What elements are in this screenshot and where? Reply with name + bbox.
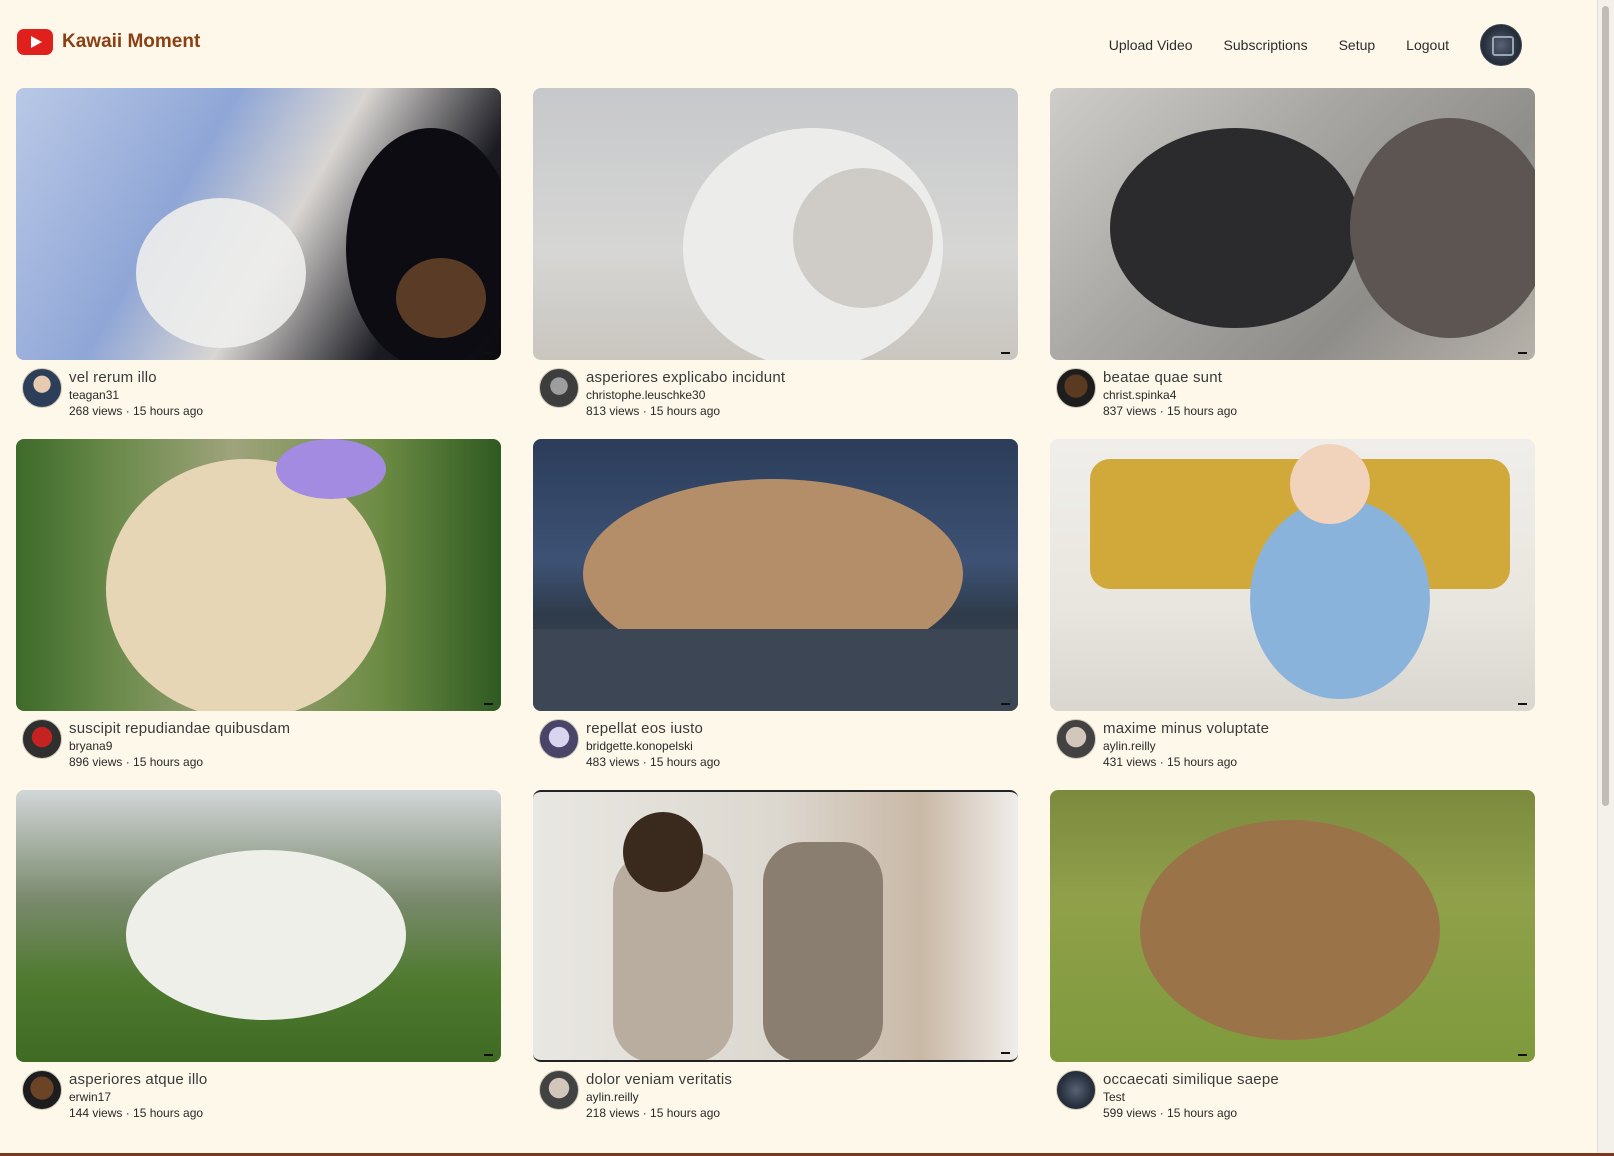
channel-avatar[interactable] xyxy=(1056,719,1096,759)
channel-name[interactable]: bryana9 xyxy=(69,739,290,754)
video-card[interactable]: repellat eos iusto bridgette.konopelski … xyxy=(533,439,1018,773)
video-card[interactable]: asperiores atque illo erwin17 144 views … xyxy=(16,790,501,1124)
channel-name[interactable]: aylin.reilly xyxy=(586,1090,732,1105)
setup-link[interactable]: Setup xyxy=(1339,37,1376,53)
channel-name[interactable]: christophe.leuschke30 xyxy=(586,388,785,403)
video-card[interactable]: suscipit repudiandae quibusdam bryana9 8… xyxy=(16,439,501,773)
video-title[interactable]: vel rerum illo xyxy=(69,368,203,387)
top-header: Kawaii Moment Upload Video Subscriptions… xyxy=(0,0,1598,88)
video-thumbnail[interactable] xyxy=(533,88,1018,360)
video-stats: 144 views · 15 hours ago xyxy=(69,1106,204,1120)
video-card[interactable]: beatae quae sunt christ.spinka4 837 view… xyxy=(1050,88,1535,422)
video-card[interactable]: maxime minus voluptate aylin.reilly 431 … xyxy=(1050,439,1535,773)
app-window: Kawaii Moment Upload Video Subscriptions… xyxy=(0,0,1614,1156)
video-title[interactable]: suscipit repudiandae quibusdam xyxy=(69,719,290,738)
account-avatar[interactable] xyxy=(1480,24,1522,66)
video-title[interactable]: occaecati similique saepe xyxy=(1103,1070,1279,1089)
logout-link[interactable]: Logout xyxy=(1406,37,1449,53)
video-thumbnail[interactable] xyxy=(1050,88,1535,360)
subscriptions-link[interactable]: Subscriptions xyxy=(1224,37,1308,53)
video-thumbnail[interactable] xyxy=(533,790,1018,1062)
channel-avatar[interactable] xyxy=(1056,1070,1096,1110)
channel-name[interactable]: christ.spinka4 xyxy=(1103,388,1237,403)
channel-avatar[interactable] xyxy=(22,368,62,408)
channel-name[interactable]: aylin.reilly xyxy=(1103,739,1269,754)
video-grid: vel rerum illo teagan31 268 views · 15 h… xyxy=(16,88,1536,1124)
channel-avatar[interactable] xyxy=(1056,368,1096,408)
channel-name[interactable]: teagan31 xyxy=(69,388,203,403)
channel-name[interactable]: erwin17 xyxy=(69,1090,207,1105)
video-stats: 813 views · 15 hours ago xyxy=(586,404,721,418)
brand[interactable]: Kawaii Moment xyxy=(17,29,200,55)
video-thumbnail[interactable] xyxy=(16,88,501,360)
video-card[interactable]: asperiores explicabo incidunt christophe… xyxy=(533,88,1018,422)
video-title[interactable]: dolor veniam veritatis xyxy=(586,1070,732,1089)
video-card[interactable]: occaecati similique saepe Test 599 views… xyxy=(1050,790,1535,1124)
channel-avatar[interactable] xyxy=(539,368,579,408)
top-nav: Upload Video Subscriptions Setup Logout xyxy=(1109,24,1522,66)
video-title[interactable]: asperiores explicabo incidunt xyxy=(586,368,785,387)
video-thumbnail[interactable] xyxy=(16,439,501,711)
channel-avatar[interactable] xyxy=(22,719,62,759)
video-thumbnail[interactable] xyxy=(16,790,501,1062)
channel-name[interactable]: Test xyxy=(1103,1090,1279,1105)
scrollbar-thumb[interactable] xyxy=(1602,6,1609,806)
channel-name[interactable]: bridgette.konopelski xyxy=(586,739,720,754)
video-stats: 268 views · 15 hours ago xyxy=(69,404,204,418)
video-stats: 431 views · 15 hours ago xyxy=(1103,755,1238,769)
vertical-scrollbar[interactable] xyxy=(1597,0,1614,1156)
video-thumbnail[interactable] xyxy=(1050,439,1535,711)
channel-avatar[interactable] xyxy=(539,719,579,759)
video-card[interactable]: dolor veniam veritatis aylin.reilly 218 … xyxy=(533,790,1018,1124)
video-title[interactable]: beatae quae sunt xyxy=(1103,368,1237,387)
video-title[interactable]: asperiores atque illo xyxy=(69,1070,207,1089)
video-stats: 218 views · 15 hours ago xyxy=(586,1106,721,1120)
video-stats: 896 views · 15 hours ago xyxy=(69,755,204,769)
video-title[interactable]: maxime minus voluptate xyxy=(1103,719,1269,738)
video-thumbnail[interactable] xyxy=(1050,790,1535,1062)
brand-name[interactable]: Kawaii Moment xyxy=(62,31,200,53)
video-card[interactable]: vel rerum illo teagan31 268 views · 15 h… xyxy=(16,88,501,422)
video-title[interactable]: repellat eos iusto xyxy=(586,719,720,738)
channel-avatar[interactable] xyxy=(539,1070,579,1110)
video-stats: 483 views · 15 hours ago xyxy=(586,755,721,769)
channel-avatar[interactable] xyxy=(22,1070,62,1110)
upload-video-link[interactable]: Upload Video xyxy=(1109,37,1193,53)
play-logo-icon[interactable] xyxy=(17,29,53,55)
video-stats: 837 views · 15 hours ago xyxy=(1103,404,1238,418)
video-thumbnail[interactable] xyxy=(533,439,1018,711)
video-stats: 599 views · 15 hours ago xyxy=(1103,1106,1238,1120)
